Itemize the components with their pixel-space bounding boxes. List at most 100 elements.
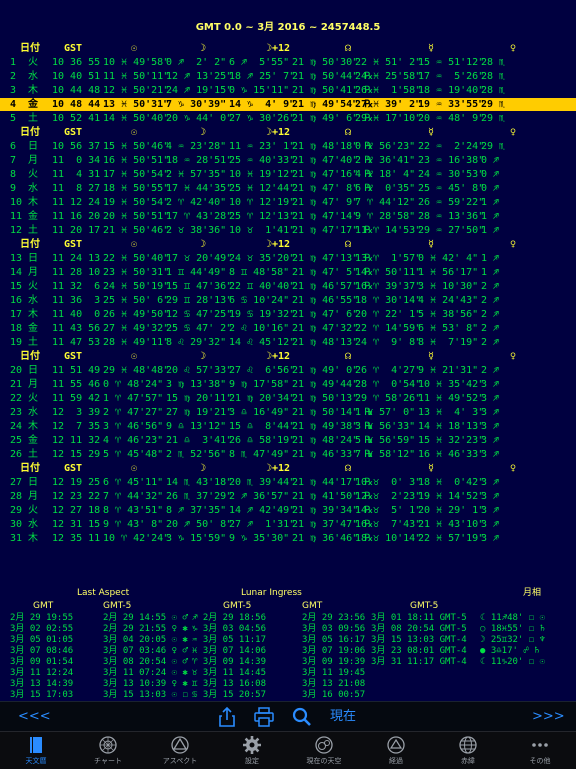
column-header-node: ☊ (345, 43, 352, 54)
cell-gst: 11 59 42 (52, 393, 101, 404)
cell-venus: 21 ♓ 43'10" (418, 519, 485, 530)
table-row[interactable]: 23 水 12 3 39 2 ♈ 47'27" 27 ♍ 19'21" 3 ♎ 16'4… (0, 406, 576, 419)
tab-bar: 天文暦 チャート アスペクト 設定 現在の天空 経過 赤緯 その他 (0, 731, 576, 769)
cell-date: 10 木 (10, 197, 39, 208)
table-row[interactable]: 20 日 11 51 49 29 ♓ 48'48" 20 ♌ 57'33" 27 ♌ 6… (0, 364, 576, 377)
table-row[interactable]: 22 火 11 59 42 1 ♈ 47'57" 15 ♍ 20'11" 21 ♍ 20… (0, 392, 576, 405)
cell-moon-12h: 18 ♐ 25' 7" (229, 71, 296, 82)
cell-date: 21 月 (10, 379, 39, 390)
table-row[interactable]: 13 日 11 24 13 22 ♓ 50'40" 17 ♉ 20'49" 24 ♉ 3… (0, 252, 576, 265)
cell-moon-12h: 0 ♑ 15'11" (229, 85, 290, 96)
table-row[interactable]: 6 日 10 56 37 15 ♓ 50'46" 4 ♒ 23'28" 11 ♒ 23'… (0, 140, 576, 153)
now-button[interactable]: 現在 (330, 702, 356, 732)
table-row[interactable]: 2 水 10 40 51 11 ♓ 50'11" 12 ♐ 13'25" 18 ♐ 25… (0, 70, 576, 83)
table-row[interactable]: 24 木 12 7 35 3 ♈ 46'56" 9 ♎ 13'12" 15 ♎ 8'44… (0, 420, 576, 433)
cell-date: 23 水 (10, 407, 39, 418)
table-row[interactable]: 10 木 11 12 24 19 ♓ 50'54" 2 ♈ 42'40" 10 ♈ 12… (0, 196, 576, 209)
cell-moon: 17 ♓ 44'35" (166, 183, 233, 194)
column-header-sun: ☉ (131, 351, 138, 362)
column-header-moon-12h: ☽+12 (266, 239, 291, 250)
cell-moon-12h: 15 ♎ 8'44" (229, 421, 296, 432)
moon-phase-heading: 月相 (523, 588, 542, 598)
table-row[interactable]: 7 月 11 0 34 16 ♓ 50'51" 18 ♒ 28'51" 25 ♒ 40'… (0, 154, 576, 167)
table-row[interactable]: 12 土 11 20 17 21 ♓ 50'46" 2 ♉ 38'36" 10 ♉ 1'… (0, 224, 576, 237)
cell-venus: 3 ♓ 10'30" (418, 281, 479, 292)
cell-sun: 10 ♈ 42'24" (103, 533, 170, 544)
cell-sun: 7 ♈ 44'32" (103, 491, 164, 502)
table-row[interactable]: 5 土 10 52 41 14 ♓ 50'40" 20 ♑ 44' 0" 27 ♑ 30… (0, 112, 576, 125)
column-header-mercury: ☿ (428, 127, 435, 138)
search-icon[interactable] (292, 707, 312, 729)
cell-venus: 5 ♓ 38'56" (418, 309, 479, 320)
column-header-row: 日付GST☉☽☽+12☊☿♀♂ (0, 238, 576, 251)
table-row[interactable]: 11 金 11 16 20 20 ♓ 50'51" 17 ♈ 43'28" 25 ♈ 1… (0, 210, 576, 223)
column-header-gst: GST (64, 43, 83, 54)
table-row[interactable]: 28 月 12 23 22 7 ♈ 44'32" 26 ♏ 37'29" 2 ♐ 36'… (0, 490, 576, 503)
cell-node: 21 ♍ 47' 6" (292, 309, 359, 320)
cell-moon-12h: 9 ♍ 17'58" (229, 379, 290, 390)
tab-ephemeris[interactable]: 天文暦 (0, 732, 72, 769)
cell-date: 12 土 (10, 225, 39, 236)
cell-moon: 20 ♐ 50' 8" (166, 519, 233, 530)
table-row[interactable]: 9 水 11 8 27 18 ♓ 50'55" 17 ♓ 44'35" 25 ♓ 12'… (0, 182, 576, 195)
column-header-moon-12h: ☽+12 (266, 351, 291, 362)
cell-date: 20 日 (10, 365, 39, 376)
cell-moon-12h: 14 ♐ 42'49" (229, 505, 296, 516)
tab-aspect[interactable]: アスペクト (144, 732, 216, 769)
table-row[interactable]: 16 水 11 36 3 25 ♓ 50' 6" 29 ♊ 28'13" 6 ♋ 10'… (0, 294, 576, 307)
cell-date: 17 木 (10, 309, 39, 320)
table-row[interactable]: 18 金 11 43 56 27 ♓ 49'32" 25 ♋ 47' 2" 2 ♌ 10… (0, 322, 576, 335)
tab-chart[interactable]: チャート (72, 732, 144, 769)
sub-header-gmt5: GMT-5 (103, 601, 132, 611)
prev-month-button[interactable]: <<< (18, 702, 51, 732)
table-row[interactable]: 17 木 11 40 0 26 ♓ 49'50" 12 ♋ 47'25" 19 ♋ 19… (0, 308, 576, 321)
next-month-button[interactable]: >>> (532, 702, 565, 732)
print-icon[interactable] (254, 707, 274, 729)
tab-more[interactable]: その他 (504, 732, 576, 769)
table-row[interactable]: 14 月 11 28 10 23 ♓ 50'31" 1 ♊ 44'49" 8 ♊ 48'… (0, 266, 576, 279)
cell-date: 16 水 (10, 295, 39, 306)
cell-mars: 3 ♐ (481, 393, 500, 404)
cell-moon-12h: 2 ♌ 10'16" (229, 323, 290, 334)
cell-sun: 5 ♈ 45'48" (103, 449, 164, 460)
cell-venus: 25 ♒ 45' 8" (418, 183, 485, 194)
tab-transit[interactable]: 経過 (360, 732, 432, 769)
share-icon[interactable] (218, 706, 236, 728)
table-row[interactable]: 25 金 12 11 32 4 ♈ 46'23" 21 ♎ 3'41" 26 ♎ 58'… (0, 434, 576, 447)
cell-date: 11 金 (10, 211, 39, 222)
table-row[interactable]: 29 火 12 27 18 8 ♈ 43'51" 8 ♐ 37'35" 14 ♐ 42'… (0, 504, 576, 517)
table-row[interactable]: 26 土 12 15 29 5 ♈ 45'48" 2 ♏ 52'56" 8 ♏ 47'4… (0, 448, 576, 461)
tab-declination[interactable]: 赤緯 (432, 732, 504, 769)
cell-sun: 3 ♈ 46'56" (103, 421, 164, 432)
table-row[interactable]: 1 火 10 36 55 10 ♓ 49'58" 0 ♐ 2' 2" 6 ♐ 5'55"… (0, 56, 576, 69)
cell-moon-12h: 14 ♑ 4' 9" (229, 99, 296, 110)
column-header-row: 日付GST☉☽☽+12☊☿♀♂ (0, 350, 576, 363)
last-aspect-gmt: 3月 15 17:03 (10, 690, 74, 700)
cell-mars: 28 ♏ (481, 85, 506, 96)
table-row[interactable]: 21 月 11 55 46 0 ♈ 48'24" 3 ♍ 13'38" 9 ♍ 17'5… (0, 378, 576, 391)
table-row-selected[interactable]: 4 金 10 48 44 13 ♓ 50'31" 7 ♑ 30'39" 14 ♑ 4' … (0, 98, 576, 111)
cell-date: 1 火 (10, 57, 39, 68)
table-row[interactable]: 27 日 12 19 25 6 ♈ 45'11" 14 ♏ 43'18" 20 ♏ 39… (0, 476, 576, 489)
cell-mercury: 14 ♈ 50'11" (355, 267, 422, 278)
cell-date: 30 水 (10, 519, 39, 530)
tab-current-sky[interactable]: 現在の天空 (288, 732, 360, 769)
column-header-date: 日付 (20, 239, 40, 250)
cell-date: 14 月 (10, 267, 39, 278)
cell-gst: 12 7 35 (52, 421, 101, 432)
cell-venus: 17 ♒ 5'26" (418, 71, 485, 82)
table-row[interactable]: 19 土 11 47 53 28 ♓ 49'11" 8 ♌ 29'32" 14 ♌ 45… (0, 336, 576, 349)
table-row[interactable]: 15 火 11 32 6 24 ♓ 50'19" 15 ♊ 47'36" 22 ♊ 40… (0, 280, 576, 293)
cell-gst: 11 55 46 (52, 379, 101, 390)
tab-settings[interactable]: 設定 (216, 732, 288, 769)
table-row[interactable]: 3 木 10 44 48 12 ♓ 50'21" 24 ♐ 19'15" 0 ♑ 15'… (0, 84, 576, 97)
globe-icon (459, 736, 477, 754)
cell-venus: 29 ♒ 27'50" (418, 225, 485, 236)
cell-date: 7 月 (10, 155, 39, 166)
table-row[interactable]: 8 火 11 4 31 17 ♓ 50'54" 2 ♓ 57'35" 10 ♓ 19'1… (0, 168, 576, 181)
cell-sun: 26 ♓ 49'50" (103, 309, 170, 320)
cell-venus: 18 ♓ 0'42" (418, 477, 485, 488)
cell-gst: 11 0 34 (52, 155, 101, 166)
table-row[interactable]: 30 水 12 31 15 9 ♈ 43' 8" 20 ♐ 50' 8" 27 ♐ 1'… (0, 518, 576, 531)
table-row[interactable]: 31 木 12 35 11 10 ♈ 42'24" 3 ♑ 15'59" 9 ♑ 35'… (0, 532, 576, 545)
